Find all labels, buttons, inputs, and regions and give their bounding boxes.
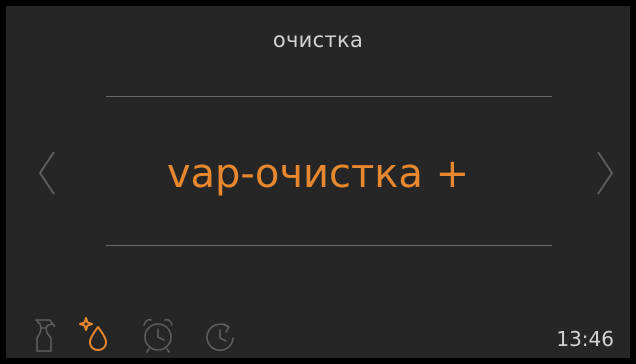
alarm-clock-icon (143, 318, 173, 353)
spray-cleaning-button[interactable] (26, 314, 66, 354)
spray-bottle-icon (35, 319, 56, 352)
bottom-divider (106, 245, 552, 246)
chevron-right-icon (597, 151, 614, 195)
page-title: очистка (272, 28, 364, 52)
sparkle-drop-icon (79, 317, 107, 351)
alarm-button[interactable] (138, 314, 178, 354)
timer-button[interactable] (200, 314, 240, 354)
current-time: 13:46 (556, 327, 614, 351)
descaling-button[interactable] (76, 314, 116, 354)
selected-program[interactable]: vap-очистка + (6, 150, 630, 198)
timer-clock-icon (206, 323, 234, 352)
next-button[interactable] (590, 148, 620, 198)
top-divider (106, 96, 552, 97)
control-panel-screen: очистка vap-очистка + 13:46 (0, 0, 636, 364)
